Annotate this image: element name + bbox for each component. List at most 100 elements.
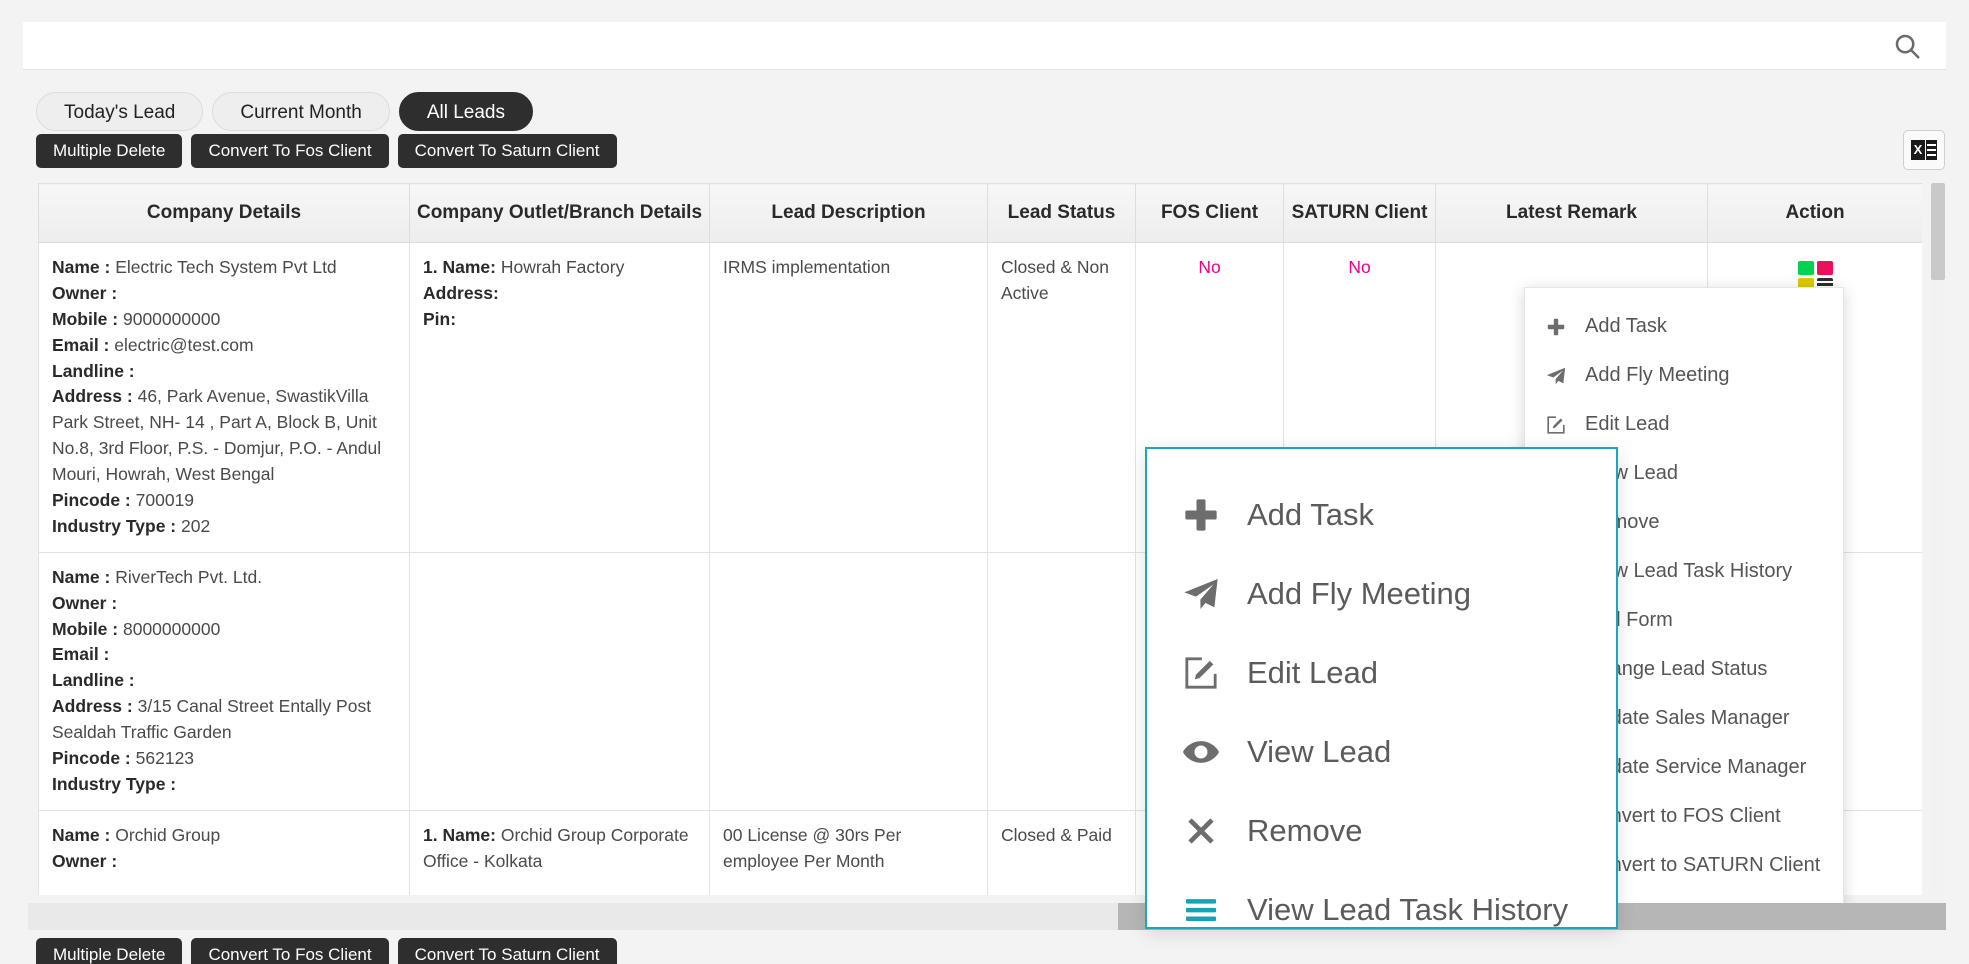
convert-to-saturn-client-button-bottom[interactable]: Convert To Saturn Client (398, 938, 617, 964)
menu-item-view-lead[interactable]: View Lead (1147, 712, 1616, 791)
menu-item-add-fly-meeting[interactable]: Add Fly Meeting (1147, 554, 1616, 633)
eye-icon (1181, 732, 1247, 772)
table-header-row: Company Details Company Outlet/Branch De… (39, 184, 1923, 243)
menu-label: Add Fly Meeting (1247, 576, 1471, 612)
label-pincode: Pincode : (52, 490, 131, 510)
vertical-scrollbar-thumb[interactable] (1931, 183, 1945, 280)
value-name: Electric Tech System Pvt Ltd (115, 257, 336, 277)
col-lead-description: Lead Description (710, 184, 988, 243)
multiple-delete-button[interactable]: Multiple Delete (36, 134, 182, 168)
tab-all-leads[interactable]: All Leads (399, 92, 533, 131)
label-email: Email : (52, 644, 109, 664)
value-mobile: 9000000000 (123, 309, 220, 329)
label-address: Address : (52, 696, 133, 716)
label-mobile: Mobile : (52, 619, 118, 639)
saturn-client-value: No (1348, 257, 1370, 277)
lead-filter-tabs: Today's Lead Current Month All Leads (36, 92, 533, 131)
cell-lead-description: IRMS implementation (710, 243, 988, 553)
label-landline: Landline : (52, 670, 135, 690)
cell-lead-status: Closed & Paid (988, 810, 1136, 895)
cell-company-details: Name : Orchid Group Owner : (39, 810, 410, 895)
cell-outlet-details: 1. Name: Howrah Factory Address: Pin: (410, 243, 710, 553)
label-name: Name : (52, 257, 110, 277)
label-owner: Owner : (52, 593, 117, 613)
multiple-delete-button-bottom[interactable]: Multiple Delete (36, 938, 182, 964)
vertical-scrollbar[interactable] (1931, 183, 1945, 895)
menu-item-add-task[interactable]: Add Task (1147, 475, 1616, 554)
label-landline: Landline : (52, 361, 135, 381)
excel-export-icon[interactable]: X (1903, 130, 1945, 170)
cell-lead-status (988, 552, 1136, 810)
search-icon[interactable] (1884, 23, 1930, 69)
menu-item-view-lead-task-history[interactable]: View Lead Task History (1147, 870, 1616, 929)
tab-current-month[interactable]: Current Month (212, 92, 389, 131)
plus-icon (1181, 495, 1247, 535)
list-lines-icon (1181, 890, 1247, 930)
cell-outlet-details (410, 552, 710, 810)
value-name: Orchid Group (115, 825, 220, 845)
horizontal-scrollbar[interactable] (28, 903, 1946, 930)
menu-label: Add Task (1585, 315, 1667, 338)
label-name: Name : (52, 567, 110, 587)
label-address: Address : (52, 386, 133, 406)
menu-label: Edit Lead (1585, 413, 1670, 436)
label-branch-name: 1. Name: (423, 257, 496, 277)
menu-label: Remove (1247, 813, 1362, 849)
label-branch-pin: Pin: (423, 309, 456, 329)
menu-label: Edit Lead (1247, 655, 1378, 691)
grid-square-pink (1817, 261, 1833, 275)
edit-pencil-icon (1545, 414, 1585, 436)
label-branch-address: Address: (423, 283, 499, 303)
fos-client-value: No (1198, 257, 1220, 277)
x-cross-icon (1181, 811, 1247, 851)
col-action: Action (1708, 184, 1923, 243)
horizontal-scrollbar-thumb[interactable] (28, 903, 1118, 930)
label-industry-type: Industry Type : (52, 774, 176, 794)
menu-item-add-fly-meeting[interactable]: Add Fly Meeting (1525, 351, 1843, 400)
plus-icon (1545, 316, 1585, 338)
cell-lead-description (710, 552, 988, 810)
menu-label: Add Task (1247, 497, 1374, 533)
value-branch-name: Howrah Factory (501, 257, 625, 277)
convert-to-saturn-client-button[interactable]: Convert To Saturn Client (398, 134, 617, 168)
label-email: Email : (52, 335, 109, 355)
cell-lead-status: Closed & Non Active (988, 243, 1136, 553)
top-search-bar (23, 22, 1946, 70)
col-fos-client: FOS Client (1136, 184, 1284, 243)
menu-label: Add Fly Meeting (1585, 364, 1730, 387)
menu-item-edit-lead[interactable]: Edit Lead (1525, 400, 1843, 449)
excel-glyph: X (1911, 140, 1937, 160)
value-industry-type: 202 (181, 516, 210, 536)
value-mobile: 8000000000 (123, 619, 220, 639)
bulk-action-toolbar-bottom: Multiple Delete Convert To Fos Client Co… (36, 938, 617, 964)
col-lead-status: Lead Status (988, 184, 1136, 243)
convert-to-fos-client-button[interactable]: Convert To Fos Client (191, 134, 388, 168)
excel-letter: X (1911, 140, 1925, 160)
value-pincode: 700019 (136, 490, 194, 510)
col-company-details: Company Details (39, 184, 410, 243)
paper-plane-icon (1545, 365, 1585, 387)
edit-pencil-icon (1181, 653, 1247, 693)
value-email: electric@test.com (114, 335, 253, 355)
cell-company-details: Name : Electric Tech System Pvt Ltd Owne… (39, 243, 410, 553)
label-name: Name : (52, 825, 110, 845)
menu-item-remove[interactable]: Remove (1147, 791, 1616, 870)
tab-todays-lead[interactable]: Today's Lead (36, 92, 203, 131)
label-industry-type: Industry Type : (52, 516, 176, 536)
bulk-action-toolbar-top: Multiple Delete Convert To Fos Client Co… (36, 134, 617, 168)
value-name: RiverTech Pvt. Ltd. (115, 567, 262, 587)
menu-label: View Lead (1247, 734, 1391, 770)
label-pincode: Pincode : (52, 748, 131, 768)
cell-company-details: Name : RiverTech Pvt. Ltd. Owner : Mobil… (39, 552, 410, 810)
lead-action-menu-foreground[interactable]: Add Task Add Fly Meeting Edit Lead (1145, 447, 1618, 929)
convert-to-fos-client-button-bottom[interactable]: Convert To Fos Client (191, 938, 388, 964)
cell-outlet-details: 1. Name: Orchid Group Corporate Office -… (410, 810, 710, 895)
col-company-outlet-branch-details: Company Outlet/Branch Details (410, 184, 710, 243)
cell-lead-description: 00 License @ 30rs Per employee Per Month (710, 810, 988, 895)
menu-label: Convert to SATURN Client (1585, 854, 1820, 877)
col-latest-remark: Latest Remark (1436, 184, 1708, 243)
page-root: Today's Lead Current Month All Leads Mul… (0, 0, 1969, 964)
menu-item-add-task[interactable]: Add Task (1525, 302, 1843, 351)
menu-item-edit-lead[interactable]: Edit Lead (1147, 633, 1616, 712)
menu-label: View Lead Task History (1247, 892, 1568, 928)
